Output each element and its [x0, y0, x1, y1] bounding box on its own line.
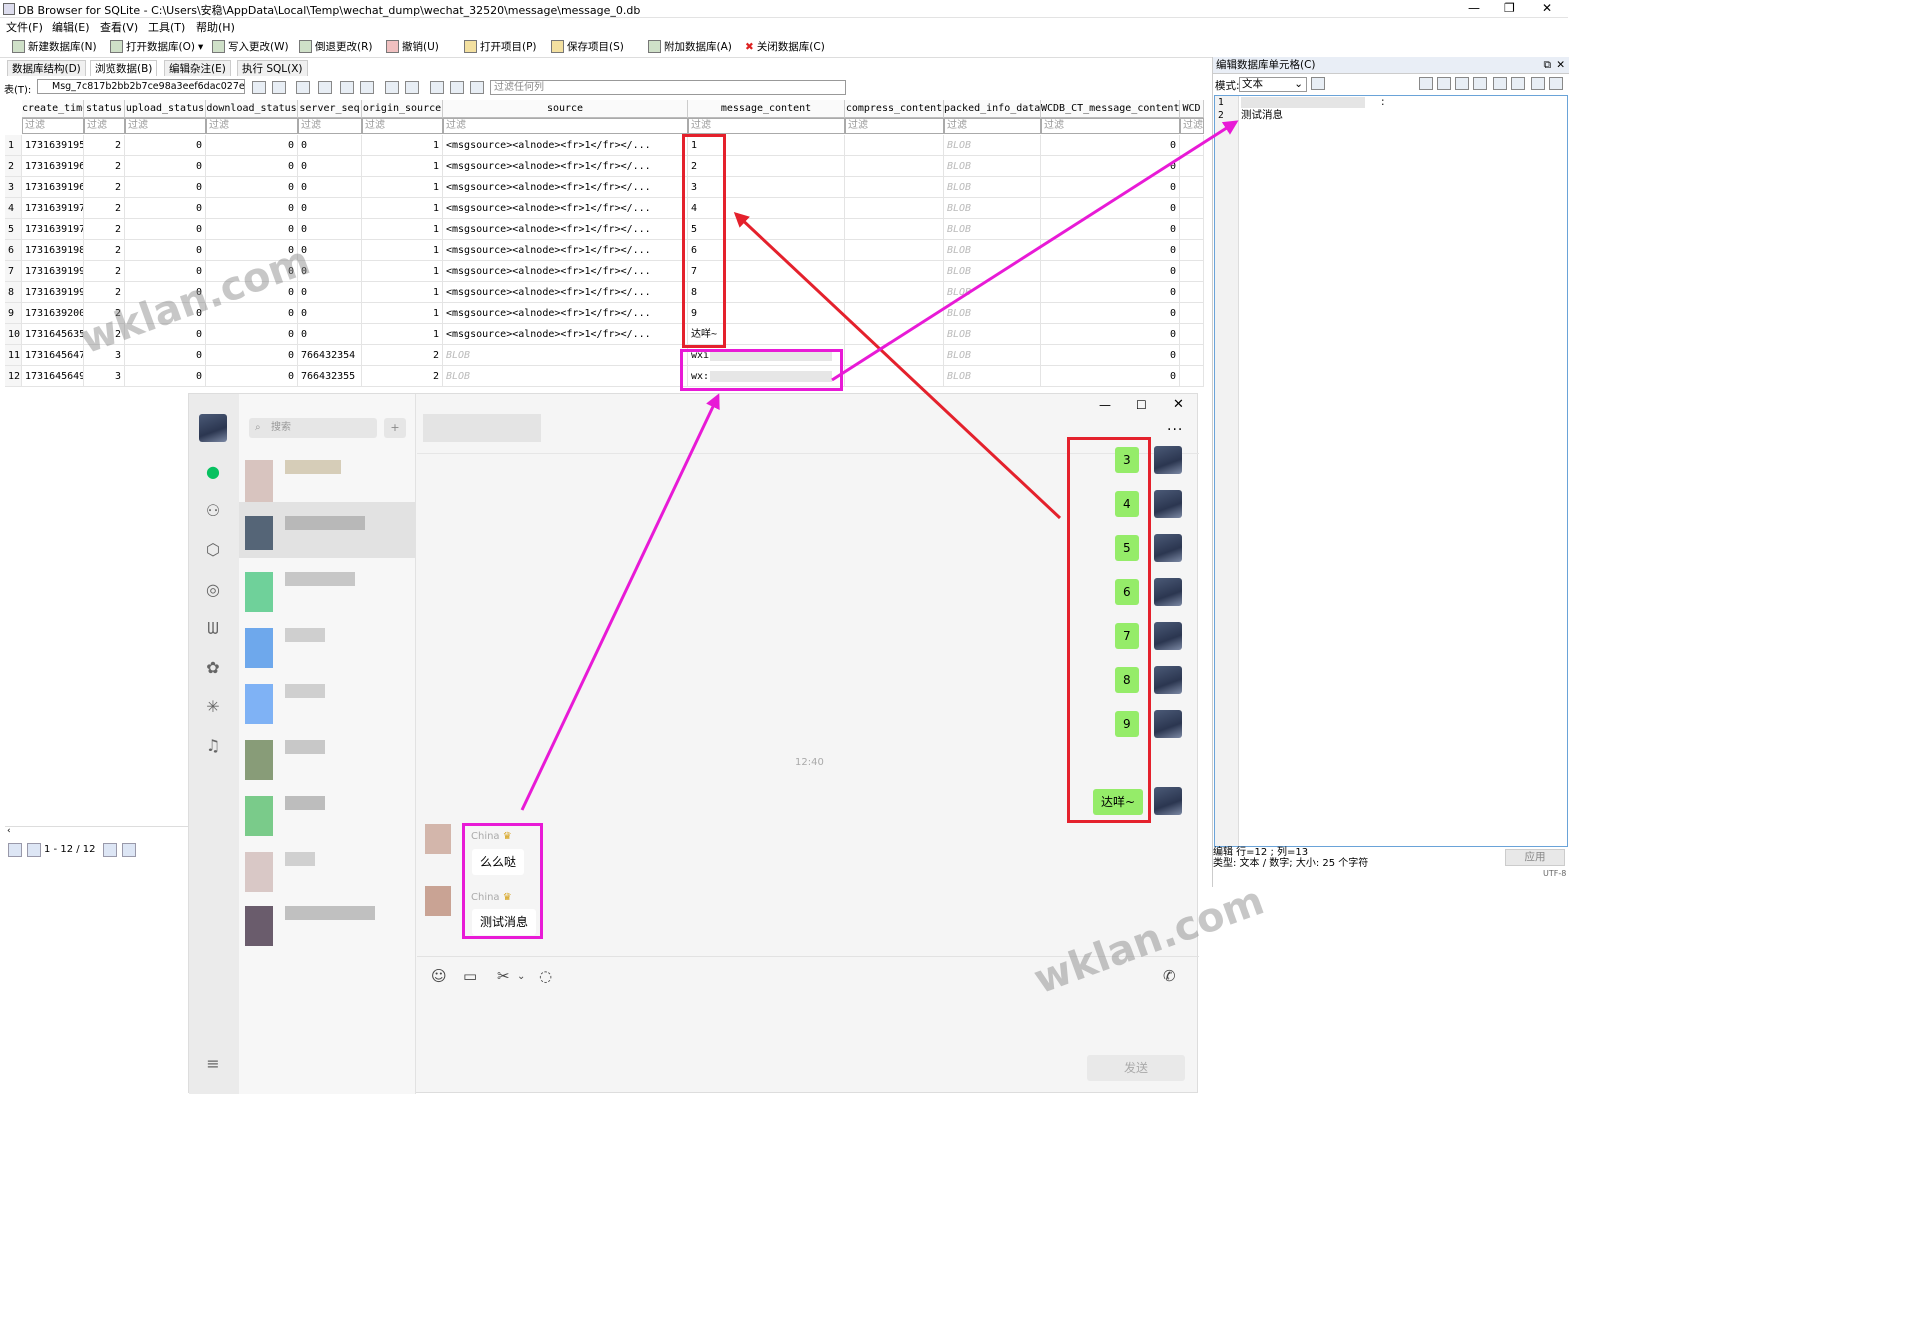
magenta-arrow	[831, 120, 1239, 382]
magenta-arrow	[520, 393, 720, 811]
red-arrow	[733, 211, 1062, 520]
annotation-arrows	[520, 120, 1239, 811]
